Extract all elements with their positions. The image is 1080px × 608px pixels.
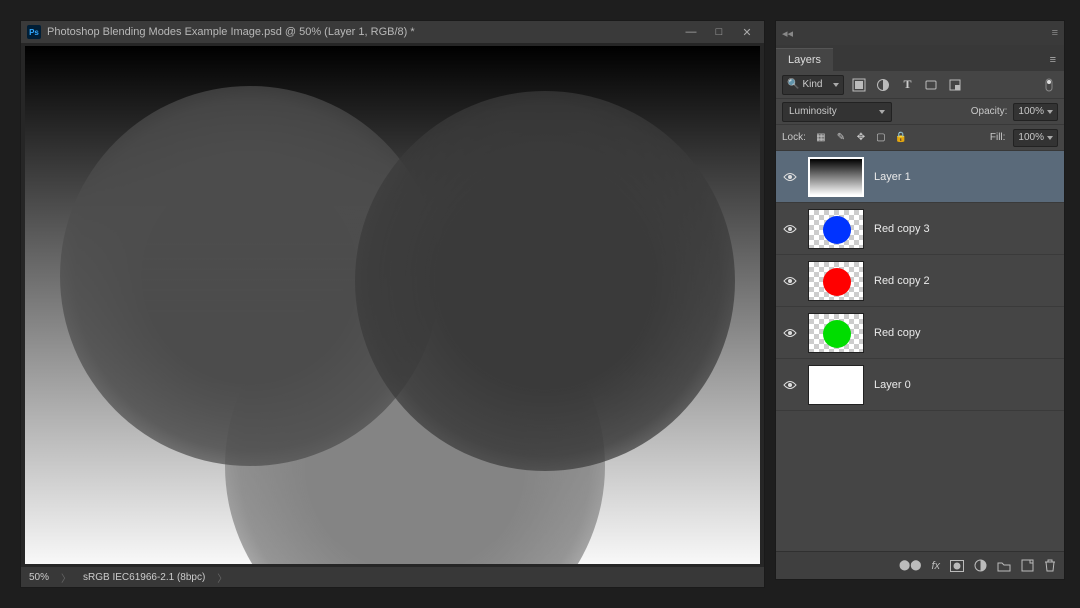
layer-name[interactable]: Layer 1 (874, 171, 911, 183)
statusbar-separator: 〉 (217, 570, 227, 585)
lock-artboard-icon[interactable]: ▢ (874, 132, 888, 143)
layers-panel-footer: ⬤⬤ fx (776, 551, 1064, 579)
layer-thumbnail[interactable] (808, 261, 864, 301)
lock-position-icon[interactable]: ✥ (854, 132, 868, 143)
layer-thumbnail[interactable] (808, 209, 864, 249)
visibility-toggle[interactable] (782, 221, 798, 237)
layer-item[interactable]: Red copy (776, 307, 1064, 359)
close-button[interactable]: ✕ (736, 25, 758, 39)
color-profile[interactable]: sRGB IEC61966-2.1 (8bpc) (83, 572, 205, 583)
opacity-value: 100% (1018, 106, 1044, 117)
layer-list[interactable]: Layer 1 Red copy 3 Red copy 2 Red copy (776, 151, 1064, 551)
search-icon: 🔍 (787, 79, 799, 90)
statusbar-separator: 〉 (61, 570, 71, 585)
layer-effects-icon[interactable]: fx (931, 560, 940, 572)
layer-item[interactable]: Red copy 3 (776, 203, 1064, 255)
layer-item[interactable]: Layer 0 (776, 359, 1064, 411)
layer-name[interactable]: Red copy 2 (874, 275, 930, 287)
layer-name[interactable]: Red copy (874, 327, 920, 339)
panel-tabs: Layers ≡ (776, 45, 1064, 71)
panel-menu-icon[interactable]: ≡ (1042, 49, 1064, 71)
blend-options-row: Luminosity Opacity: 100% (776, 99, 1064, 125)
new-adjustment-icon[interactable] (974, 559, 987, 572)
opacity-input[interactable]: 100% (1013, 103, 1058, 121)
filter-smartobject-icon[interactable] (946, 76, 964, 94)
layer-thumbnail[interactable] (808, 313, 864, 353)
lock-all-icon[interactable]: 🔒 (894, 132, 908, 143)
document-titlebar[interactable]: Ps Photoshop Blending Modes Example Imag… (21, 21, 764, 43)
chevron-down-icon (833, 83, 839, 87)
panel-drag-icon[interactable]: ≡ (1052, 27, 1058, 39)
filter-kind-input[interactable] (802, 79, 830, 90)
panel-collapse-icon[interactable]: ◂◂ (782, 27, 793, 40)
panel-header[interactable]: ◂◂ ≡ (776, 21, 1064, 45)
chevron-down-icon (879, 110, 885, 114)
minimize-button[interactable]: — (680, 25, 702, 39)
layer-filter-row: 🔍 T (776, 71, 1064, 99)
canvas-viewport[interactable] (21, 43, 764, 567)
blue-circle (355, 91, 735, 471)
canvas[interactable] (25, 46, 760, 564)
add-mask-icon[interactable] (950, 560, 964, 572)
fill-input[interactable]: 100% (1013, 129, 1058, 147)
document-window: Ps Photoshop Blending Modes Example Imag… (20, 20, 765, 588)
visibility-toggle[interactable] (782, 273, 798, 289)
blend-mode-value: Luminosity (789, 106, 837, 117)
lock-label: Lock: (782, 132, 806, 143)
link-layers-icon[interactable]: ⬤⬤ (899, 560, 921, 571)
zoom-level[interactable]: 50% (29, 572, 49, 583)
lock-icons: ▦ ✎ ✥ ▢ 🔒 (814, 132, 908, 143)
lock-transparency-icon[interactable]: ▦ (814, 132, 828, 143)
lock-pixels-icon[interactable]: ✎ (834, 132, 848, 143)
new-layer-icon[interactable] (1021, 559, 1034, 572)
maximize-button[interactable]: □ (708, 25, 730, 39)
chevron-down-icon (1047, 136, 1053, 140)
layer-thumbnail[interactable] (808, 365, 864, 405)
chevron-down-icon (1047, 110, 1053, 114)
visibility-toggle[interactable] (782, 377, 798, 393)
fill-value: 100% (1018, 132, 1044, 143)
photoshop-icon: Ps (27, 25, 41, 39)
layer-item[interactable]: Layer 1 (776, 151, 1064, 203)
layer-name[interactable]: Red copy 3 (874, 223, 930, 235)
document-statusbar: 50% 〉 sRGB IEC61966-2.1 (8bpc) 〉 (21, 567, 764, 587)
delete-layer-icon[interactable] (1044, 559, 1056, 572)
visibility-toggle[interactable] (782, 169, 798, 185)
document-title: Photoshop Blending Modes Example Image.p… (47, 26, 674, 38)
filter-adjustment-icon[interactable] (874, 76, 892, 94)
fill-label: Fill: (990, 132, 1006, 143)
layer-item[interactable]: Red copy 2 (776, 255, 1064, 307)
lock-row: Lock: ▦ ✎ ✥ ▢ 🔒 Fill: 100% (776, 125, 1064, 151)
new-group-icon[interactable] (997, 560, 1011, 572)
opacity-label: Opacity: (971, 106, 1008, 117)
filter-kind-dropdown[interactable]: 🔍 (782, 75, 844, 95)
filter-pixel-icon[interactable] (850, 76, 868, 94)
blend-mode-select[interactable]: Luminosity (782, 102, 892, 122)
layer-thumbnail[interactable] (808, 157, 864, 197)
filter-shape-icon[interactable] (922, 76, 940, 94)
layer-name[interactable]: Layer 0 (874, 379, 911, 391)
tab-layers[interactable]: Layers (776, 48, 833, 71)
visibility-toggle[interactable] (782, 325, 798, 341)
filter-type-icon[interactable]: T (898, 76, 916, 94)
layers-panel: ◂◂ ≡ Layers ≡ 🔍 T Luminos (775, 20, 1065, 580)
filter-toggle-icon[interactable] (1040, 76, 1058, 94)
